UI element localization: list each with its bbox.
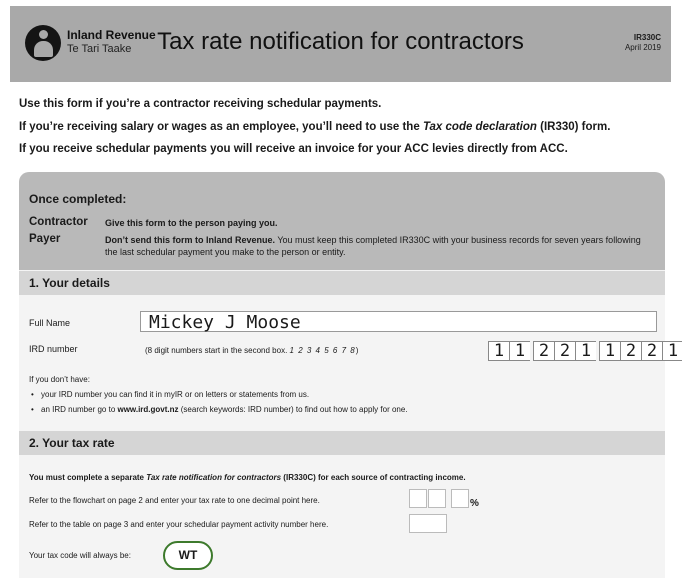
ird-note: (8 digit numbers start in the second box… — [145, 346, 359, 355]
payer-text: Don’t send this form to Inland Revenue. … — [105, 235, 641, 257]
once-completed-title: Once completed: — [29, 192, 127, 206]
form-date: April 2019 — [624, 43, 661, 52]
ird-number-field[interactable]: 1 1 2 2 1 1 2 2 1 — [488, 341, 682, 361]
bullet-apply: • an IRD number go to www.ird.govt.nz (se… — [31, 405, 408, 414]
table-instruction: Refer to the table on page 3 and enter y… — [29, 520, 329, 529]
ird-digit-box[interactable]: 2 — [641, 341, 662, 361]
tax-code-value: WT — [178, 548, 198, 562]
tax-rate-digit-1[interactable] — [409, 489, 427, 508]
bullet-ird-number: • your IRD number you can find it in myIR… — [31, 390, 310, 399]
ird-digit-box[interactable]: 1 — [575, 341, 596, 361]
ird-digit-box[interactable]: 2 — [620, 341, 641, 361]
tax-rate-digit-2[interactable] — [428, 489, 446, 508]
ird-digit-box[interactable]: 1 — [509, 341, 530, 361]
intro-line-3: If you receive schedular payments you wi… — [19, 143, 568, 155]
ird-digit-box[interactable]: 2 — [554, 341, 575, 361]
tax-code-label: Your tax code will always be: — [29, 551, 131, 560]
flowchart-instruction: Refer to the flowchart on page 2 and ent… — [29, 496, 320, 505]
ird-digit-box[interactable]: 1 — [662, 341, 682, 361]
contractor-label: Contractor — [29, 216, 88, 228]
section-your-tax-rate: 2. Your tax rate — [19, 431, 665, 455]
activity-number-field[interactable] — [409, 514, 447, 533]
ird-digit-box[interactable]: 2 — [533, 341, 554, 361]
section-heading: 1. Your details — [29, 276, 110, 290]
ird-digit-box[interactable]: 1 — [599, 341, 620, 361]
ird-digit-box[interactable]: 1 — [488, 341, 509, 361]
separate-form-note: You must complete a separate Tax rate no… — [29, 473, 466, 482]
payer-label: Payer — [29, 233, 61, 245]
tax-rate-decimal[interactable] — [451, 489, 469, 508]
dont-have-label: If you don’t have: — [29, 375, 90, 384]
form-header: Inland Revenue Te Tari Taake Tax rate no… — [10, 6, 671, 82]
once-completed-box: Once completed: Contractor Give this for… — [19, 172, 665, 270]
section-your-details: 1. Your details — [19, 271, 665, 295]
ird-website-link[interactable]: www.ird.govt.nz — [117, 405, 178, 414]
tax-code-badge: WT — [163, 541, 213, 570]
form-panel: Once completed: Contractor Give this for… — [19, 172, 665, 578]
full-name-label: Full Name — [29, 318, 71, 328]
form-code: IR330C April 2019 — [625, 33, 661, 53]
full-name-value: Mickey J Moose — [149, 312, 301, 333]
form-code-number: IR330C — [633, 33, 661, 42]
section-heading: 2. Your tax rate — [29, 436, 115, 450]
intro-line-2: If you’re receiving salary or wages as a… — [19, 121, 611, 133]
contractor-text: Give this form to the person paying you. — [105, 218, 278, 228]
intro-line-1: Use this form if you’re a contractor rec… — [19, 98, 382, 110]
form-title: Tax rate notification for contractors — [157, 28, 524, 55]
ird-number-label: IRD number — [29, 344, 78, 354]
percent-sign: % — [470, 498, 479, 509]
full-name-field[interactable]: Mickey J Moose — [140, 311, 657, 333]
